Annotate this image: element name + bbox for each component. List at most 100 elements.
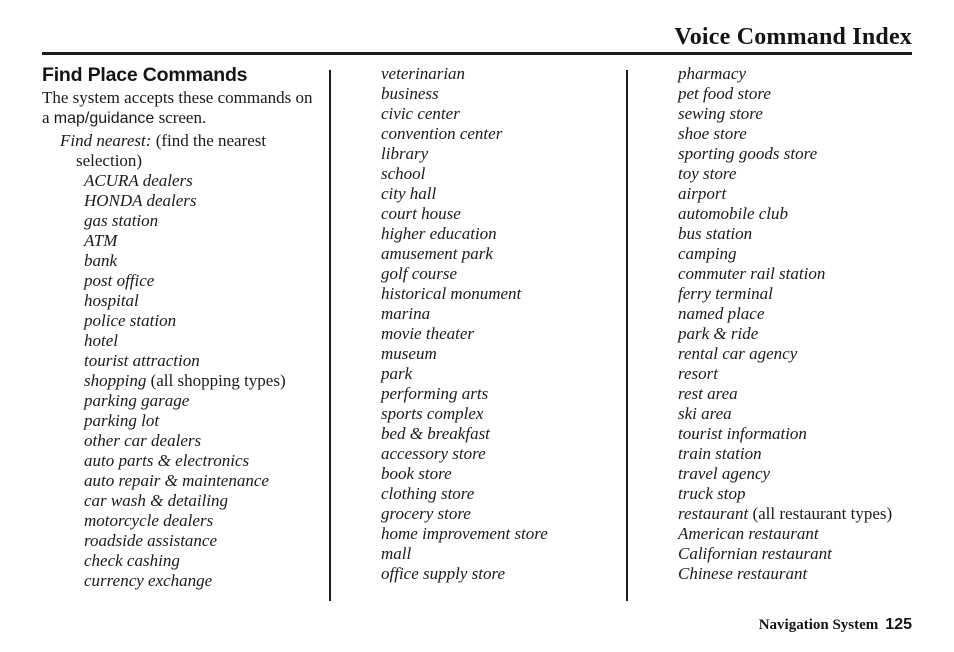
command-label: veterinarian [381,64,466,83]
command-item: tourist information [678,424,946,444]
command-label: roadside assistance [84,531,218,550]
command-label: shoe store [678,124,747,143]
command-label: historical monument [381,284,522,303]
command-label: rental car agency [678,344,798,363]
command-item: museum [381,344,621,364]
command-label: bank [84,251,118,270]
find-nearest-label: Find nearest: [60,131,152,150]
command-label: park & ride [678,324,759,343]
command-label: clothing store [381,484,475,503]
command-item: gas station [84,211,322,231]
column-divider-2 [626,70,628,601]
command-item: golf course [381,264,621,284]
find-nearest-lead: Find nearest: (find the nearest [60,131,322,151]
command-label: American restaurant [678,524,819,543]
command-label: book store [381,464,452,483]
command-label: shopping [84,371,147,390]
command-item: civic center [381,104,621,124]
command-item: bed & breakfast [381,424,621,444]
command-item: camping [678,244,946,264]
command-item: mall [381,544,621,564]
command-label: bus station [678,224,753,243]
command-label: airport [678,184,727,203]
command-label: camping [678,244,737,263]
command-item: auto repair & maintenance [84,471,322,491]
command-label: ACURA dealers [84,171,193,190]
command-label: truck stop [678,484,746,503]
command-label: rest area [678,384,738,403]
page-title: Voice Command Index [674,24,912,50]
command-item: movie theater [381,324,621,344]
command-label: pet food store [678,84,771,103]
command-item: police station [84,311,322,331]
command-label: train station [678,444,762,463]
page-footer: Navigation System 125 [759,616,912,634]
command-item: marina [381,304,621,324]
find-nearest-description: (find the nearest [151,131,267,150]
command-item: ACURA dealers [84,171,322,191]
command-label: park [381,364,413,383]
command-label: gas station [84,211,159,230]
command-item: named place [678,304,946,324]
command-item: shopping (all shopping types) [84,371,322,391]
command-item: higher education [381,224,621,244]
command-label: toy store [678,164,737,183]
command-item: automobile club [678,204,946,224]
command-columns: Find Place Commands The system accepts t… [0,64,954,601]
command-label: city hall [381,184,437,203]
command-note: (all shopping types) [146,371,286,390]
command-label: HONDA dealers [84,191,197,210]
command-label: performing arts [381,384,489,403]
column-1: Find Place Commands The system accepts t… [42,64,322,591]
header-rule [42,52,912,55]
command-item: convention center [381,124,621,144]
command-label: amusement park [381,244,493,263]
command-label: hotel [84,331,118,350]
command-label: tourist attraction [84,351,200,370]
command-label: ferry terminal [678,284,773,303]
command-label: home improvement store [381,524,548,543]
command-label: grocery store [381,504,471,523]
command-item: veterinarian [381,64,621,84]
command-label: sports complex [381,404,484,423]
command-item: performing arts [381,384,621,404]
command-item: book store [381,464,621,484]
section-intro: The system accepts these commands on a m… [42,88,322,129]
command-item: motorcycle dealers [84,511,322,531]
command-label: currency exchange [84,571,213,590]
command-label: automobile club [678,204,789,223]
command-item: amusement park [381,244,621,264]
command-label: court house [381,204,461,223]
command-label: motorcycle dealers [84,511,214,530]
command-label: ski area [678,404,732,423]
command-item: restaurant (all restaurant types) [678,504,946,524]
command-item: city hall [381,184,621,204]
command-label: higher education [381,224,497,243]
command-item: historical monument [381,284,621,304]
command-item: parking garage [84,391,322,411]
command-label: marina [381,304,431,323]
command-label: bed & breakfast [381,424,490,443]
command-item: clothing store [381,484,621,504]
command-label: ATM [84,231,118,250]
command-item: hospital [84,291,322,311]
command-item: accessory store [381,444,621,464]
command-item: pharmacy [678,64,946,84]
command-item: resort [678,364,946,384]
command-list-3: pharmacy pet food store sewing store shoe s… [678,64,946,584]
command-item: park & ride [678,324,946,344]
command-item: ATM [84,231,322,251]
command-item: sports complex [381,404,621,424]
command-label: convention center [381,124,503,143]
command-label: post office [84,271,155,290]
section-heading: Find Place Commands [42,64,248,86]
command-label: travel agency [678,464,771,483]
command-item: car wash & detailing [84,491,322,511]
command-item: grocery store [381,504,621,524]
command-item: pet food store [678,84,946,104]
command-item: court house [381,204,621,224]
command-item: school [381,164,621,184]
command-item: Californian restaurant [678,544,946,564]
command-label: business [381,84,439,103]
command-item: Chinese restaurant [678,564,946,584]
